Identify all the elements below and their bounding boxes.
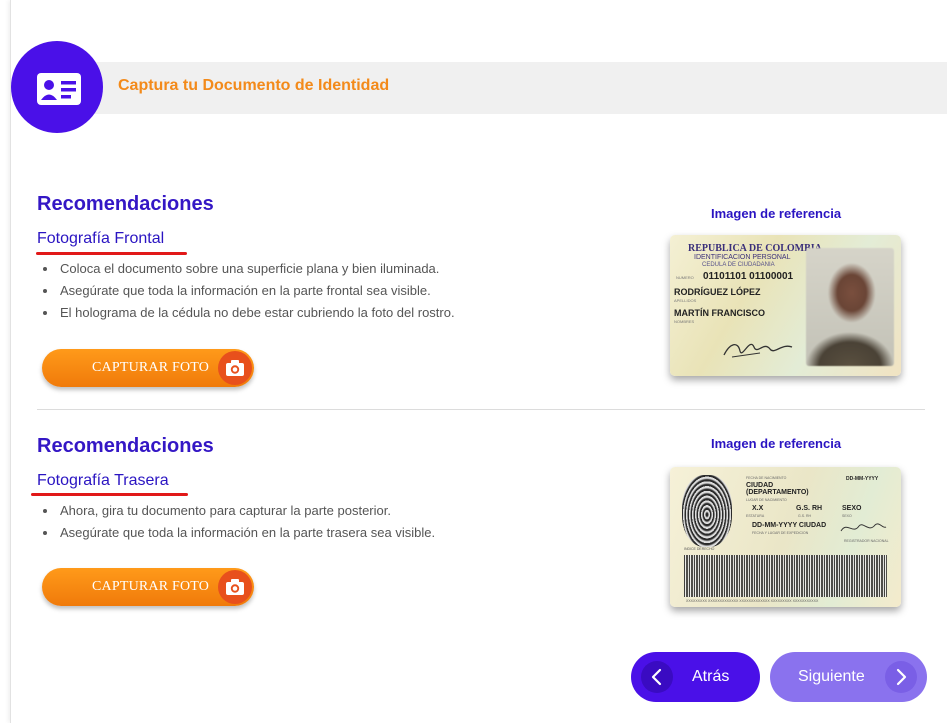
back-subtitle-underline [31, 493, 188, 496]
capture-button-label: CAPTURAR FOTO [92, 579, 210, 594]
face-photo [806, 248, 894, 366]
card-surnames-label: APELLIDOS [674, 298, 697, 303]
card-blood: G.S. RH [796, 505, 823, 512]
next-button-label: Siguiente [798, 668, 865, 685]
front-recommendations-list: Coloca el documento sobre una superficie… [42, 258, 455, 324]
recommendations-heading-front: Recomendaciones [37, 193, 214, 215]
front-photo-subtitle: Fotografía Frontal [37, 230, 165, 247]
back-button[interactable]: Atrás [631, 652, 760, 702]
id-card-icon [37, 73, 81, 105]
capture-front-photo-button[interactable]: CAPTURAR FOTO [42, 349, 254, 387]
card-issue: DD-MM-YYYY CIUDAD [752, 522, 827, 529]
list-item: El holograma de la cédula no debe estar … [58, 302, 455, 324]
card-number: 01101101 01100001 [703, 271, 794, 282]
reference-image-title-front: Imagen de referencia [711, 206, 842, 221]
card-number-label: NUMERO [676, 275, 694, 280]
card-sex-label: SEXO [842, 514, 852, 518]
card-doc-name: CEDULA DE CIUDADANIA [702, 262, 775, 268]
back-id-reference-image: INDICE DERECHO FECHA DE NACIMIENTO DD-MM… [670, 467, 901, 607]
card-sex: SEXO [842, 505, 862, 512]
card-doc-type: IDENTIFICACION PERSONAL [694, 254, 791, 261]
card-blood-label: G.S. RH [798, 514, 812, 518]
card-height: X.X [752, 505, 764, 512]
card-country: REPUBLICA DE COLOMBIA [688, 243, 822, 254]
fingerprint-image [682, 475, 732, 547]
chevron-left-icon [641, 661, 673, 693]
list-item: Asegúrate que toda la información en la … [58, 522, 435, 544]
list-item: Asegúrate que toda la información en la … [58, 280, 455, 302]
card-names: MARTÍN FRANCISCO [674, 308, 765, 318]
camera-icon [218, 570, 252, 604]
back-button-label: Atrás [692, 668, 730, 685]
card-birthplace-label: LUGAR DE NACIMIENTO [746, 498, 787, 502]
reference-image-title-back: Imagen de referencia [711, 436, 842, 451]
camera-icon [218, 351, 252, 385]
chevron-right-icon [885, 661, 917, 693]
card-city: CIUDAD [746, 482, 774, 489]
card-birth-date: DD-MM-YYYY [846, 476, 879, 482]
card-barcode-caption: XXXXXXXXX XXXXXXXXXXXXX XXXXXXXXXXXXX XX… [686, 599, 819, 603]
card-height-label: ESTATURA [746, 514, 765, 518]
back-photo-subtitle: Fotografía Trasera [37, 472, 169, 489]
barcode-image [684, 555, 887, 597]
card-registrar: REGISTRADOR NACIONAL [844, 539, 889, 543]
section-divider [37, 409, 925, 410]
list-item: Ahora, gira tu documento para capturar l… [58, 500, 435, 522]
capture-button-label: CAPTURAR FOTO [92, 360, 210, 375]
card-birth-label: FECHA DE NACIMIENTO [746, 476, 787, 480]
back-recommendations-list: Ahora, gira tu documento para capturar l… [42, 500, 435, 544]
front-id-reference-image: REPUBLICA DE COLOMBIA IDENTIFICACION PER… [670, 235, 901, 376]
card-surnames: RODRÍGUEZ LÓPEZ [674, 287, 761, 297]
card-issue-label: FECHA Y LUGAR DE EXPEDICION [752, 531, 809, 535]
card-index-label: INDICE DERECHO [684, 547, 715, 551]
card-names-label: NOMBRES [674, 319, 695, 324]
page-title: Captura tu Documento de Identidad [118, 77, 390, 94]
registrar-signature-image [840, 523, 887, 532]
front-subtitle-underline [36, 252, 187, 255]
card-department: (DEPARTAMENTO) [746, 489, 809, 496]
recommendations-heading-back: Recomendaciones [37, 435, 214, 457]
list-item: Coloca el documento sobre una superficie… [58, 258, 455, 280]
signature-image [723, 343, 793, 358]
next-button[interactable]: Siguiente [770, 652, 927, 702]
capture-back-photo-button[interactable]: CAPTURAR FOTO [42, 568, 254, 606]
